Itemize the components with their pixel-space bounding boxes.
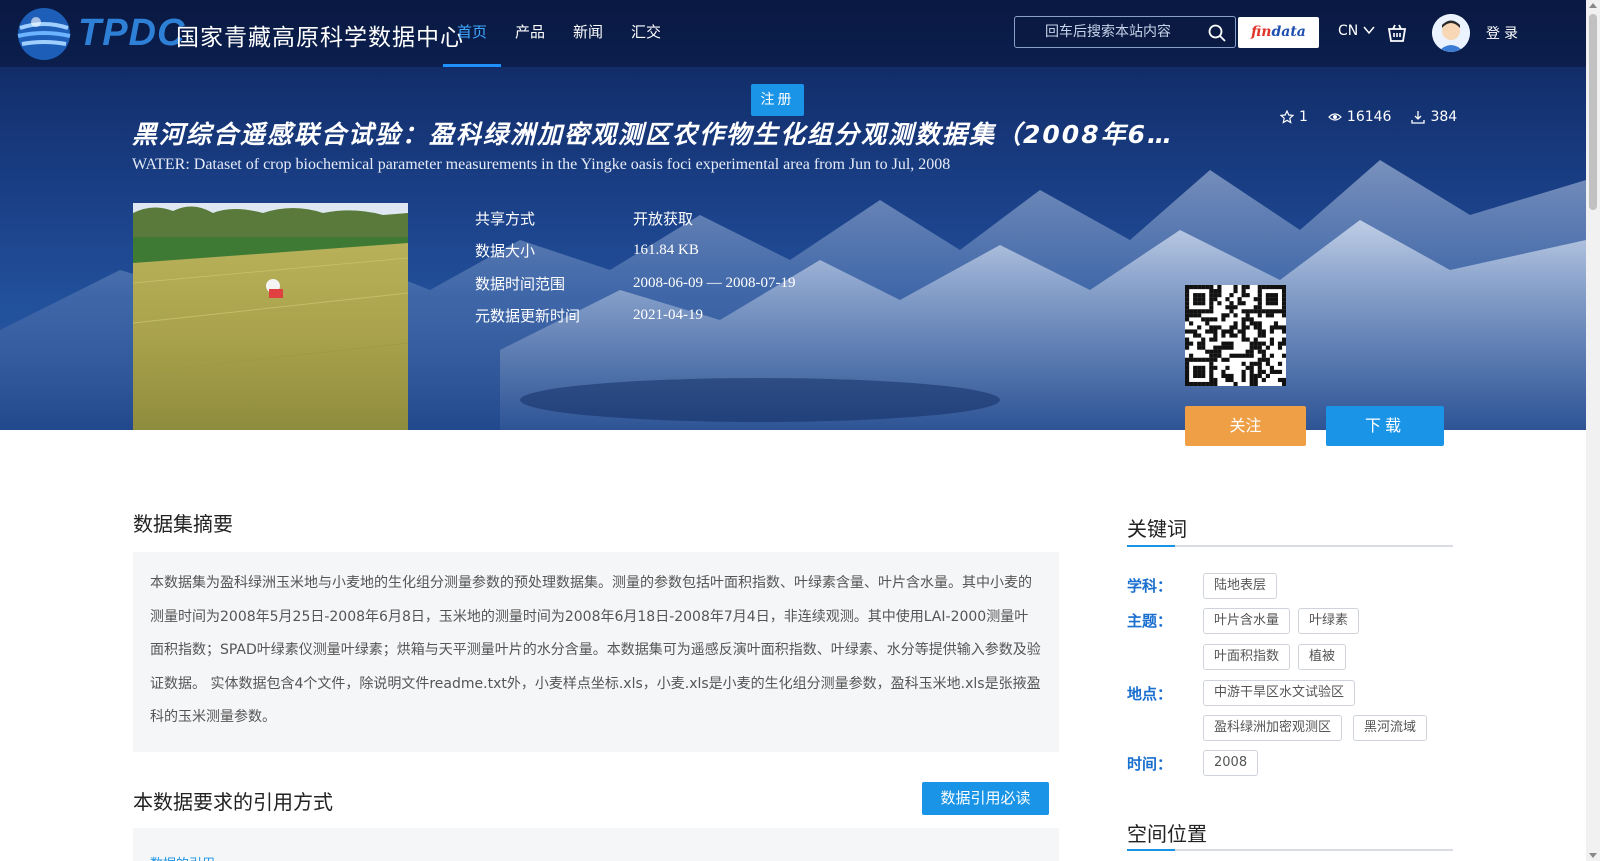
place-tag[interactable]: 中游干旱区水文试验区 [1203, 680, 1356, 706]
scroll-down-arrow[interactable] [1589, 853, 1597, 858]
main-nav: 首页 产品 新闻 汇交 [443, 0, 675, 67]
info-row-time-range: 数据时间范围 2008-06-09 — 2008-07-19 [475, 267, 795, 300]
theme-label: 主题： [1127, 612, 1173, 630]
info-value: 2008-06-09 — 2008-07-19 [633, 274, 796, 291]
dataset-info-table: 共享方式 开放获取 数据大小 161.84 KB 数据时间范围 2008-06-… [475, 202, 795, 332]
abstract-box: 本数据集为盈科绿洲玉米地与小麦地的生化组分测量参数的预处理数据集。测量的参数包括… [133, 552, 1059, 752]
theme-tag[interactable]: 叶面积指数 [1203, 644, 1291, 670]
time-label: 时间： [1127, 755, 1173, 773]
abstract-text: 本数据集为盈科绿洲玉米地与小麦地的生化组分测量参数的预处理数据集。测量的参数包括… [150, 575, 1041, 725]
info-row-updated: 元数据更新时间 2021-04-19 [475, 300, 795, 333]
nav-products[interactable]: 产品 [501, 0, 559, 67]
dataset-thumbnail[interactable] [133, 203, 408, 430]
logo-tpdc[interactable]: TPDC [78, 12, 185, 55]
info-value: 2021-04-19 [633, 307, 703, 324]
spatial-title: 空间位置 [1127, 822, 1207, 846]
citation-link[interactable]: 数据的引用 [150, 853, 215, 861]
qr-code [1185, 285, 1287, 387]
language-switch[interactable]: CN [1338, 23, 1375, 39]
view-count-value: 16146 [1346, 109, 1392, 125]
search-icon[interactable] [1207, 23, 1227, 43]
info-label: 共享方式 [475, 209, 536, 228]
theme-tag[interactable]: 植被 [1298, 644, 1347, 670]
citation-title: 本数据要求的引用方式 [133, 790, 333, 814]
login-link[interactable]: 登录 [1486, 23, 1522, 43]
place-label: 地点： [1127, 685, 1173, 703]
chevron-down-icon [1363, 26, 1375, 35]
theme-tag[interactable]: 叶绿素 [1298, 608, 1360, 634]
language-label: CN [1338, 23, 1359, 39]
follow-button[interactable]: 关注 [1185, 406, 1306, 446]
eye-icon [1328, 113, 1342, 121]
info-value: 开放获取 [633, 211, 694, 228]
register-button[interactable]: 注册 [751, 84, 804, 116]
scroll-thumb[interactable] [1589, 14, 1597, 210]
abstract-title: 数据集摘要 [133, 512, 233, 536]
keywords-divider [1127, 545, 1453, 547]
dataset-stats: 1 16146 384 [1280, 109, 1457, 125]
user-avatar-icon [1432, 14, 1470, 52]
download-count: 384 [1411, 109, 1457, 125]
info-value: 161.84 KB [633, 242, 699, 259]
user-avatar[interactable] [1432, 14, 1470, 52]
info-row-sharing: 共享方式 开放获取 [475, 202, 795, 235]
logo-globe-icon[interactable] [14, 4, 74, 64]
cart-icon[interactable] [1386, 22, 1408, 44]
findata-text-a: fin [1251, 24, 1272, 40]
subject-label: 学科： [1127, 577, 1173, 595]
search-box [1014, 16, 1236, 48]
top-header: TPDC 国家青藏高原科学数据中心 首页 产品 新闻 汇交 findata CN [0, 0, 1586, 67]
citation-guide-button[interactable]: 数据引用必读 [922, 782, 1049, 815]
nav-submit[interactable]: 汇交 [617, 0, 675, 67]
star-count[interactable]: 1 [1280, 109, 1308, 125]
findata-text-b: data [1271, 24, 1306, 40]
place-tag[interactable]: 盈科绿洲加密观测区 [1203, 715, 1343, 741]
qr-code-icon [1185, 285, 1287, 387]
scroll-up-arrow[interactable] [1589, 3, 1597, 8]
nav-news[interactable]: 新闻 [559, 0, 617, 67]
page-scrollbar[interactable] [1586, 0, 1600, 861]
theme-tag[interactable]: 叶片含水量 [1203, 608, 1291, 634]
download-button[interactable]: 下载 [1326, 406, 1444, 446]
citation-box [133, 828, 1059, 861]
download-icon [1411, 111, 1426, 124]
keywords-title: 关键词 [1127, 517, 1187, 541]
dataset-title-en: WATER: Dataset of crop biochemical param… [132, 156, 951, 173]
star-count-value: 1 [1299, 109, 1308, 125]
info-label: 元数据更新时间 [475, 307, 581, 326]
place-tag[interactable]: 黑河流域 [1353, 715, 1428, 741]
star-icon [1280, 110, 1294, 124]
findata-button[interactable]: findata [1238, 17, 1319, 48]
crop-field-image [133, 203, 408, 430]
info-label: 数据时间范围 [475, 274, 566, 293]
search-input[interactable] [1015, 17, 1201, 47]
time-tag[interactable]: 2008 [1203, 750, 1259, 776]
subject-tag[interactable]: 陆地表层 [1203, 573, 1278, 599]
dataset-title-cn: 黑河综合遥感联合试验：盈科绿洲加密观测区农作物生化组分观测数据集（2008年6月… [132, 120, 1172, 149]
info-label: 数据大小 [475, 242, 536, 261]
nav-home[interactable]: 首页 [443, 0, 502, 67]
logo-site-name[interactable]: 国家青藏高原科学数据中心 [176, 18, 464, 52]
spatial-divider [1127, 849, 1453, 851]
download-count-value: 384 [1430, 109, 1458, 125]
view-count: 16146 [1328, 109, 1392, 125]
info-row-size: 数据大小 161.84 KB [475, 235, 795, 268]
